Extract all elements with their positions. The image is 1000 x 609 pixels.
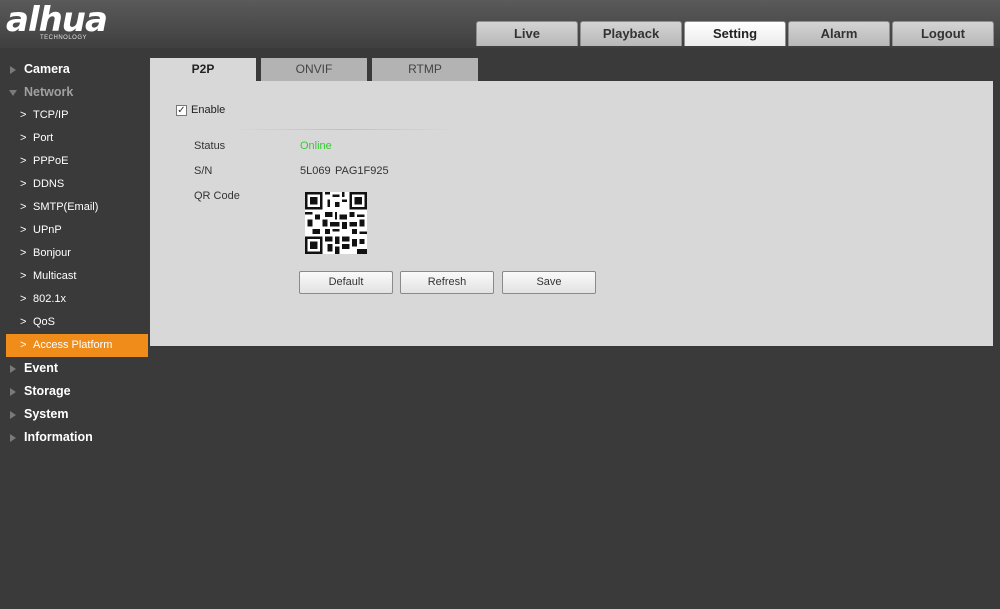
- sidebar-item-label: Multicast: [33, 270, 77, 282]
- sidebar-group-label: Information: [24, 430, 93, 444]
- sidebar-item-pppoe[interactable]: > PPPoE: [0, 150, 148, 173]
- tab-p2p[interactable]: P2P: [150, 58, 256, 81]
- sidebar-group-label: Network: [24, 85, 74, 99]
- sidebar-item-label: Bonjour: [33, 247, 71, 259]
- chevron-right-icon: >: [20, 155, 27, 167]
- sidebar-item-multicast[interactable]: > Multicast: [0, 265, 148, 288]
- tab-live[interactable]: Live: [476, 21, 578, 46]
- sidebar-group-label: System: [24, 407, 69, 421]
- sidebar-item-upnp[interactable]: > UPnP: [0, 219, 148, 242]
- divider: [228, 129, 458, 130]
- enable-label: Enable: [191, 104, 226, 116]
- settings-sidebar: Camera Network > TCP/IP > Port > PPPoE > DDN…: [0, 58, 148, 449]
- sn-label: S/N: [194, 165, 213, 177]
- sidebar-group-information[interactable]: Information: [0, 426, 148, 449]
- sidebar-item-smtp[interactable]: > SMTP(Email): [0, 196, 148, 219]
- sidebar-item-label: Access Platform: [33, 339, 113, 351]
- chevron-right-icon: >: [20, 247, 27, 259]
- sidebar-group-event[interactable]: Event: [0, 357, 148, 380]
- sidebar-item-port[interactable]: > Port: [0, 127, 148, 150]
- p2p-settings-panel: ✓ Enable Status Online S/N 5L069 PAG1F92…: [150, 81, 993, 346]
- tab-playback[interactable]: Playback: [580, 21, 682, 46]
- chevron-right-icon: >: [20, 132, 27, 144]
- chevron-right-icon: >: [20, 109, 27, 121]
- chevron-right-icon: >: [20, 201, 27, 213]
- sidebar-item-label: SMTP(Email): [33, 201, 99, 213]
- expand-arrow-icon: [10, 66, 16, 74]
- qr-code-label: QR Code: [194, 190, 240, 202]
- header-bar: alhua TECHNOLOGY Live Playback Setting A…: [0, 0, 1000, 48]
- sidebar-item-label: PPPoE: [33, 155, 69, 167]
- tab-rtmp[interactable]: RTMP: [372, 58, 478, 81]
- sidebar-item-label: UPnP: [33, 224, 62, 236]
- sidebar-item-8021x[interactable]: >802.1x: [0, 288, 148, 311]
- chevron-right-icon: >: [20, 316, 27, 328]
- enable-checkbox[interactable]: ✓: [176, 104, 187, 116]
- chevron-right-icon: >: [20, 293, 27, 305]
- enable-row: ✓ Enable: [176, 104, 225, 116]
- content-tabs: P2P ONVIF RTMP: [150, 58, 483, 81]
- chevron-right-icon: >: [20, 339, 27, 351]
- logo-subtext: TECHNOLOGY: [40, 35, 88, 41]
- chevron-right-icon: >: [20, 224, 27, 236]
- refresh-button[interactable]: Refresh: [400, 271, 494, 294]
- sidebar-item-label: TCP/IP: [33, 109, 69, 121]
- sidebar-group-camera[interactable]: Camera: [0, 58, 148, 81]
- sidebar-group-system[interactable]: System: [0, 403, 148, 426]
- expand-arrow-icon: [10, 411, 16, 419]
- logo-text: alhua: [6, 0, 108, 40]
- tab-logout[interactable]: Logout: [892, 21, 994, 46]
- sidebar-group-label: Event: [24, 361, 59, 375]
- expand-arrow-icon: [10, 365, 16, 373]
- sidebar-group-label: Storage: [24, 384, 71, 398]
- default-button[interactable]: Default: [299, 271, 393, 294]
- chevron-right-icon: >: [20, 270, 27, 282]
- sidebar-item-qos[interactable]: > QoS: [0, 311, 148, 334]
- status-value: Online: [300, 140, 332, 152]
- sidebar-item-tcpip[interactable]: > TCP/IP: [0, 104, 148, 127]
- sidebar-group-network[interactable]: Network: [0, 81, 148, 104]
- sidebar-item-access-platform[interactable]: > Access Platform: [6, 334, 148, 357]
- tab-onvif[interactable]: ONVIF: [261, 58, 367, 81]
- sidebar-group-storage[interactable]: Storage: [0, 380, 148, 403]
- sidebar-group-label: Camera: [24, 62, 70, 76]
- expand-arrow-icon: [10, 388, 16, 396]
- qr-code-image: [305, 192, 367, 254]
- main-nav-tabs: Live Playback Setting Alarm Logout: [476, 21, 996, 46]
- sidebar-item-ddns[interactable]: > DDNS: [0, 173, 148, 196]
- sidebar-item-label: QoS: [33, 316, 56, 328]
- sidebar-item-label: Port: [33, 132, 54, 144]
- sidebar-item-label: DDNS: [33, 178, 65, 190]
- chevron-right-icon: >: [20, 178, 27, 190]
- sn-value: 5L069 PAG1F925: [300, 165, 389, 177]
- status-label: Status: [194, 140, 226, 152]
- tab-setting[interactable]: Setting: [684, 21, 786, 46]
- sidebar-item-bonjour[interactable]: > Bonjour: [0, 242, 148, 265]
- tab-alarm[interactable]: Alarm: [788, 21, 890, 46]
- dahua-logo: alhua TECHNOLOGY: [6, 2, 136, 44]
- save-button[interactable]: Save: [502, 271, 596, 294]
- sidebar-item-label: 802.1x: [33, 293, 67, 305]
- expand-arrow-icon: [10, 434, 16, 442]
- collapse-arrow-icon: [9, 90, 17, 96]
